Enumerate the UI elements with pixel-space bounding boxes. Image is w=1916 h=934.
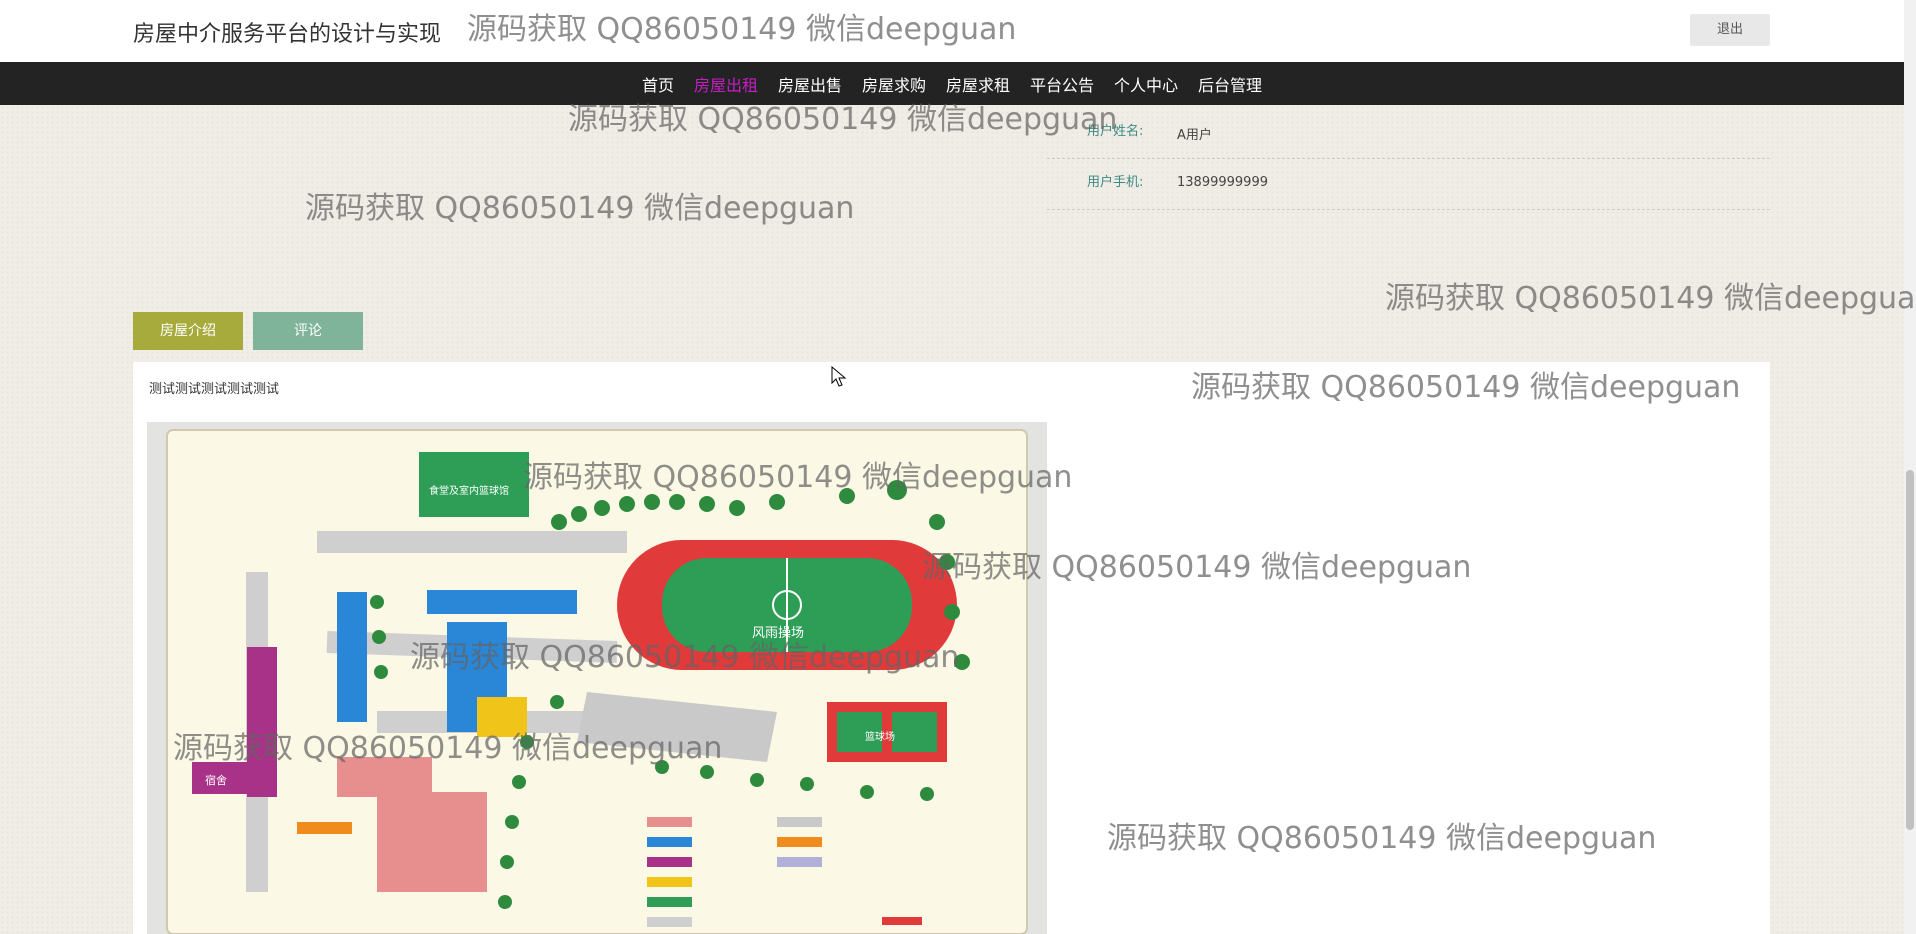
top-header: 房屋中介服务平台的设计与实现 退出 (0, 0, 1904, 62)
tab-comments[interactable]: 评论 (253, 312, 363, 350)
watermark-text: 源码获取 QQ86050149 微信deepguan (305, 191, 855, 226)
nav-item-want-rent[interactable]: 房屋求租 (936, 72, 1020, 96)
user-name-value: A用户 (1177, 128, 1212, 143)
user-name-label: 用户姓名: (1087, 124, 1144, 139)
field-label: 风雨操场 (752, 625, 804, 641)
nav-item-announcements[interactable]: 平台公告 (1020, 72, 1104, 96)
canteen-building (419, 452, 529, 517)
user-phone-row: 用户手机: 13899999999 (1047, 159, 1770, 210)
nav-item-home[interactable]: 首页 (632, 72, 684, 96)
nav-item-profile[interactable]: 个人中心 (1104, 72, 1188, 96)
mouse-cursor-icon (831, 366, 847, 387)
nav-item-admin[interactable]: 后台管理 (1188, 72, 1272, 96)
watermark-text: 源码获取 QQ86050149 微信deepguan (1385, 281, 1916, 316)
dorm-label: 宿舍 (205, 773, 227, 787)
user-phone-label: 用户手机: (1087, 175, 1144, 190)
nav-item-sale[interactable]: 房屋出售 (768, 72, 852, 96)
user-name-row: 用户姓名: A用户 (1047, 108, 1770, 159)
site-title: 房屋中介服务平台的设计与实现 (133, 22, 442, 47)
court-label: 篮球场 (865, 730, 895, 743)
house-intro-panel: 测试测试测试测试测试 风雨操场 食堂及室内篮球馆 宿舍 篮球场 (133, 362, 1770, 934)
main-nav: 首页 房屋出租 房屋出售 房屋求购 房屋求租 平台公告 个人中心 后台管理 (0, 62, 1904, 105)
house-intro-text: 测试测试测试测试测试 (149, 382, 280, 397)
logout-button[interactable]: 退出 (1690, 14, 1770, 46)
nav-item-rent-out[interactable]: 房屋出租 (684, 72, 768, 96)
canteen-label: 食堂及室内篮球馆 (429, 484, 509, 497)
scrollbar-thumb[interactable] (1906, 470, 1914, 830)
nav-item-want-buy[interactable]: 房屋求购 (852, 72, 936, 96)
user-phone-value: 13899999999 (1177, 175, 1268, 190)
tab-house-intro[interactable]: 房屋介绍 (133, 312, 243, 350)
page-scrollbar[interactable] (1904, 0, 1916, 934)
campus-map-image: 风雨操场 食堂及室内篮球馆 宿舍 篮球场 (147, 422, 1047, 934)
